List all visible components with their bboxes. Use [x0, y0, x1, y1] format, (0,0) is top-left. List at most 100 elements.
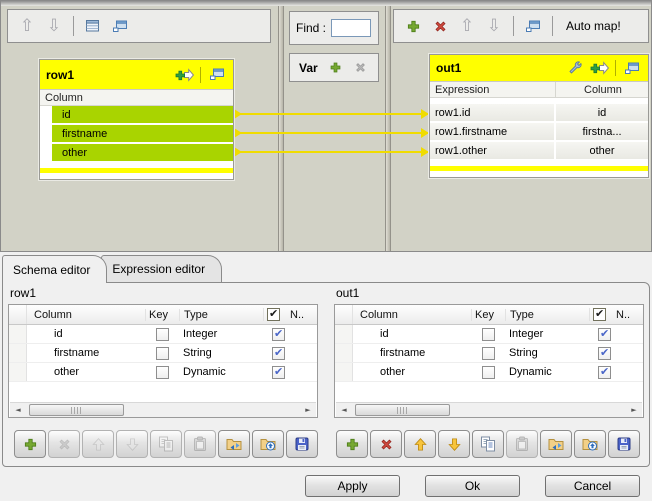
add-output-column-button[interactable] — [403, 15, 423, 37]
move-down-button[interactable] — [116, 430, 148, 458]
key-checkbox[interactable] — [482, 347, 495, 360]
scroll-left-button[interactable]: ◄ — [336, 403, 352, 418]
apply-button[interactable]: Apply — [305, 475, 400, 497]
remove-column-button[interactable] — [370, 430, 402, 458]
nullable-checkbox[interactable] — [598, 366, 611, 379]
output-row[interactable]: row1.other other — [430, 142, 648, 161]
type-cell[interactable]: String — [179, 347, 263, 359]
detach-window-button[interactable] — [523, 15, 543, 37]
copy-button[interactable] — [472, 430, 504, 458]
scroll-left-button[interactable]: ◄ — [10, 403, 26, 418]
schema-row[interactable]: firstname String — [9, 344, 317, 363]
input-column-cell[interactable]: firstname — [52, 125, 233, 144]
schema-view-button[interactable] — [83, 15, 103, 37]
schema-row[interactable]: firstname String — [335, 344, 643, 363]
settings-button[interactable] — [565, 57, 585, 79]
select-all-nullable-checkbox[interactable] — [593, 308, 606, 321]
add-column-button[interactable] — [336, 430, 368, 458]
detach-table-button[interactable] — [207, 64, 227, 86]
export-schema-button[interactable] — [252, 430, 284, 458]
schema-row[interactable]: id Integer — [9, 325, 317, 344]
column-name-cell[interactable]: other — [353, 366, 471, 378]
remove-output-column-button[interactable] — [430, 15, 450, 37]
import-schema-button[interactable] — [218, 430, 250, 458]
key-checkbox[interactable] — [482, 366, 495, 379]
type-cell[interactable]: Integer — [505, 328, 589, 340]
tab-schema-editor[interactable]: Schema editor — [2, 255, 107, 283]
schema-row[interactable]: id Integer — [335, 325, 643, 344]
export-schema-button[interactable] — [574, 430, 606, 458]
copy-button[interactable] — [150, 430, 182, 458]
nullable-checkbox[interactable] — [272, 328, 285, 341]
move-down-button[interactable] — [438, 430, 470, 458]
type-cell[interactable]: Integer — [179, 328, 263, 340]
detach-table-button[interactable] — [622, 57, 642, 79]
mapping-link[interactable] — [234, 132, 429, 134]
add-column-button[interactable] — [589, 57, 609, 79]
move-up-button[interactable] — [404, 430, 436, 458]
column-name-cell[interactable]: firstname — [27, 347, 145, 359]
scrollbar-thumb[interactable] — [29, 404, 124, 416]
output-row[interactable]: row1.id id — [430, 104, 648, 123]
ok-button[interactable]: Ok — [425, 475, 520, 497]
save-schema-button[interactable] — [286, 430, 318, 458]
move-down-button[interactable]: ⇩ — [44, 15, 64, 37]
find-input[interactable] — [331, 19, 371, 37]
nullable-checkbox[interactable] — [272, 366, 285, 379]
output-row[interactable]: row1.firstname firstna... — [430, 123, 648, 142]
select-all-nullable-checkbox[interactable] — [267, 308, 280, 321]
splitter-left[interactable] — [278, 6, 284, 251]
key-checkbox[interactable] — [156, 366, 169, 379]
detach-window-button[interactable] — [110, 15, 130, 37]
move-down-button[interactable]: ⇩ — [484, 15, 504, 37]
remove-variable-button[interactable] — [352, 57, 369, 79]
save-schema-button[interactable] — [608, 430, 640, 458]
mapping-link[interactable] — [234, 113, 429, 115]
scrollbar-thumb[interactable] — [355, 404, 450, 416]
key-checkbox[interactable] — [156, 347, 169, 360]
key-checkbox[interactable] — [482, 328, 495, 341]
scrollbar-track[interactable] — [26, 403, 300, 418]
splitter-right[interactable] — [385, 6, 391, 251]
nullable-checkbox[interactable] — [598, 347, 611, 360]
input-row[interactable]: firstname — [40, 125, 233, 144]
cancel-button[interactable]: Cancel — [545, 475, 640, 497]
import-schema-button[interactable] — [540, 430, 572, 458]
input-column-cell[interactable]: other — [52, 144, 233, 163]
schema-row[interactable]: other Dynamic — [9, 363, 317, 382]
scroll-right-button[interactable]: ► — [300, 403, 316, 418]
scrollbar-track[interactable] — [352, 403, 626, 418]
column-name-cell[interactable]: id — [27, 328, 145, 340]
column-name-cell[interactable]: id — [353, 328, 471, 340]
expression-cell[interactable]: row1.firstname — [430, 123, 556, 140]
paste-button[interactable] — [506, 430, 538, 458]
type-cell[interactable]: Dynamic — [505, 366, 589, 378]
input-row[interactable]: other — [40, 144, 233, 163]
input-column-cell[interactable]: id — [52, 106, 233, 125]
column-cell[interactable]: other — [556, 142, 648, 159]
type-cell[interactable]: Dynamic — [179, 366, 263, 378]
add-variable-button[interactable] — [327, 57, 344, 79]
move-up-button[interactable]: ⇧ — [457, 15, 477, 37]
column-name-cell[interactable]: firstname — [353, 347, 471, 359]
type-cell[interactable]: String — [505, 347, 589, 359]
key-checkbox[interactable] — [156, 328, 169, 341]
column-cell[interactable]: firstna... — [556, 123, 648, 140]
column-name-cell[interactable]: other — [27, 366, 145, 378]
mapping-link[interactable] — [234, 151, 429, 153]
column-cell[interactable]: id — [556, 104, 648, 121]
tab-expression-editor[interactable]: Expression editor — [101, 255, 222, 282]
add-column-button[interactable] — [174, 64, 194, 86]
paste-button[interactable] — [184, 430, 216, 458]
move-up-button[interactable]: ⇧ — [17, 15, 37, 37]
auto-map-button[interactable]: Auto map! — [562, 19, 625, 33]
expression-cell[interactable]: row1.id — [430, 104, 556, 121]
add-column-button[interactable] — [14, 430, 46, 458]
expression-cell[interactable]: row1.other — [430, 142, 556, 159]
nullable-checkbox[interactable] — [272, 347, 285, 360]
scroll-right-button[interactable]: ► — [626, 403, 642, 418]
input-row[interactable]: id — [40, 106, 233, 125]
schema-row[interactable]: other Dynamic — [335, 363, 643, 382]
nullable-checkbox[interactable] — [598, 328, 611, 341]
remove-column-button[interactable] — [48, 430, 80, 458]
